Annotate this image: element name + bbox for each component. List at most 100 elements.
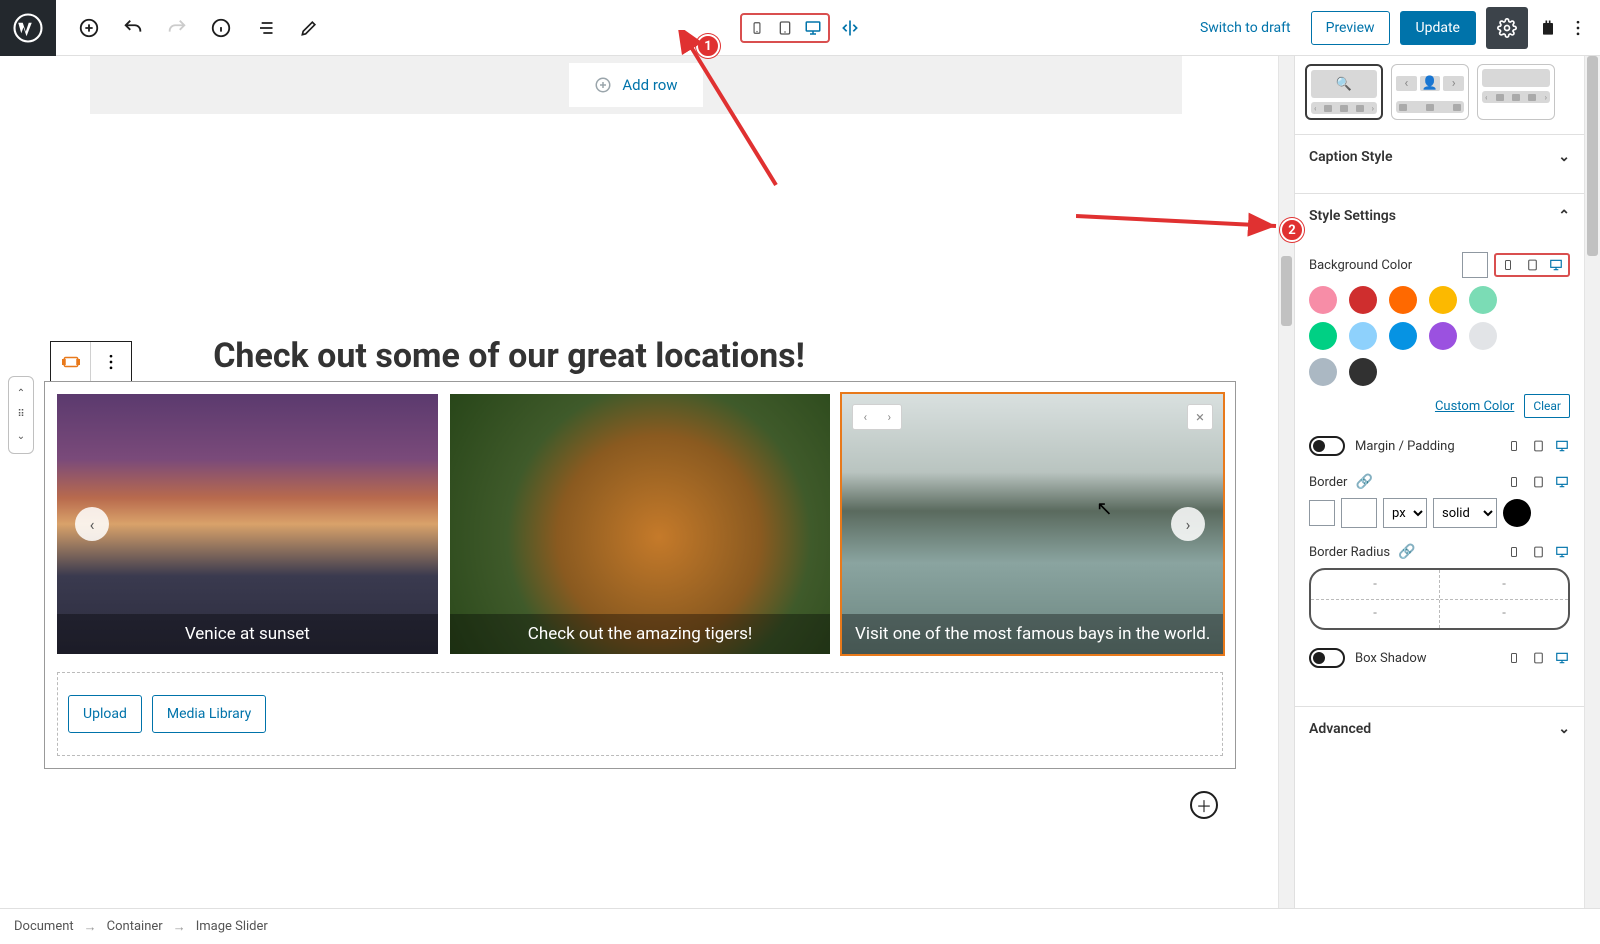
border-style-select[interactable]: solid <box>1433 498 1497 528</box>
responsive-device-toggle <box>740 13 860 43</box>
block-type-button[interactable] <box>51 342 91 382</box>
desktop-icon[interactable] <box>804 19 822 37</box>
move-down-icon[interactable]: ⌄ <box>17 431 25 442</box>
slide-item-selected[interactable]: ‹› × Visit one of the most famous bays i… <box>842 394 1223 654</box>
link-values-icon[interactable]: 🔗 <box>1355 474 1372 490</box>
add-row-container: Add row <box>90 56 1182 114</box>
desktop-icon[interactable] <box>1554 438 1570 454</box>
desktop-icon[interactable] <box>1554 474 1570 490</box>
box-shadow-toggle[interactable] <box>1309 648 1345 668</box>
radius-tl-input[interactable]: - <box>1311 570 1439 600</box>
clear-color-button[interactable]: Clear <box>1524 394 1570 418</box>
border-color-swatch[interactable] <box>1309 500 1335 526</box>
wordpress-icon <box>13 13 43 43</box>
move-up-icon[interactable]: ⌃ <box>17 388 25 399</box>
border-radius-inputs[interactable]: -- -- <box>1309 568 1570 630</box>
color-swatch[interactable] <box>1349 358 1377 386</box>
more-options-icon[interactable] <box>1568 18 1588 38</box>
breadcrumb-item[interactable]: Image Slider <box>196 919 268 934</box>
toolbar-right: Switch to draft Preview Update <box>1190 7 1600 49</box>
mobile-icon[interactable] <box>1506 650 1522 666</box>
color-swatch[interactable] <box>1389 322 1417 350</box>
slide-remove-button[interactable]: × <box>1187 404 1213 430</box>
color-swatch[interactable] <box>1349 286 1377 314</box>
border-color-circle[interactable] <box>1503 499 1531 527</box>
color-swatch[interactable] <box>1349 322 1377 350</box>
slides-container: Venice at sunset Check out the amazing t… <box>57 394 1223 654</box>
color-swatch[interactable] <box>1469 322 1497 350</box>
split-view-icon[interactable] <box>840 18 860 38</box>
tablet-icon[interactable] <box>1530 544 1546 560</box>
breadcrumb-item[interactable]: Document <box>14 919 74 934</box>
color-swatch[interactable] <box>1309 286 1337 314</box>
editor-scrollbar[interactable] <box>1278 56 1294 908</box>
color-swatch[interactable] <box>1309 322 1337 350</box>
tablet-icon[interactable] <box>776 19 794 37</box>
color-swatch[interactable] <box>1389 286 1417 314</box>
switch-to-draft-button[interactable]: Switch to draft <box>1190 14 1301 42</box>
margin-padding-toggle[interactable] <box>1309 436 1345 456</box>
upload-button[interactable]: Upload <box>68 695 142 733</box>
plugin-icon[interactable] <box>1538 18 1558 38</box>
color-swatch[interactable] <box>1429 286 1457 314</box>
custom-color-link[interactable]: Custom Color <box>1435 399 1514 414</box>
style-settings-toggle[interactable]: Style Settings ⌃ <box>1295 194 1584 238</box>
mobile-icon[interactable] <box>1500 257 1516 273</box>
radius-br-input[interactable]: - <box>1440 600 1568 629</box>
breadcrumb-item[interactable]: Container <box>107 919 163 934</box>
border-unit-select[interactable]: px <box>1383 498 1427 528</box>
layout-card-1[interactable]: 🔍 ‹› <box>1305 64 1383 120</box>
outline-icon[interactable] <box>254 17 276 39</box>
tablet-icon[interactable] <box>1530 650 1546 666</box>
link-values-icon[interactable]: 🔗 <box>1398 544 1415 560</box>
slide-item[interactable]: Venice at sunset <box>57 394 438 654</box>
undo-icon[interactable] <box>122 17 144 39</box>
layout-card-3[interactable]: ‹› <box>1477 64 1555 120</box>
mobile-icon[interactable] <box>1506 438 1522 454</box>
slider-next-button[interactable]: › <box>1171 507 1205 541</box>
radius-tr-input[interactable]: - <box>1440 570 1568 600</box>
settings-button[interactable] <box>1486 7 1528 49</box>
color-swatch[interactable] <box>1309 358 1337 386</box>
drag-handle-icon[interactable]: ⠿ <box>17 409 24 420</box>
info-icon[interactable] <box>210 17 232 39</box>
color-swatches-row <box>1309 286 1570 314</box>
color-swatch[interactable] <box>1429 322 1457 350</box>
color-preview-swatch[interactable] <box>1462 252 1488 278</box>
sidebar-scrollbar[interactable] <box>1584 56 1600 908</box>
desktop-icon[interactable] <box>1554 650 1570 666</box>
mobile-icon[interactable] <box>748 19 766 37</box>
slide-next-icon[interactable]: › <box>877 405 901 429</box>
edit-icon[interactable] <box>298 17 320 39</box>
image-slider-block[interactable]: Venice at sunset Check out the amazing t… <box>44 381 1236 769</box>
block-options-button[interactable] <box>91 342 131 382</box>
media-library-button[interactable]: Media Library <box>152 695 266 733</box>
redo-icon <box>166 17 188 39</box>
block-mover[interactable]: ⌃ ⠿ ⌄ <box>8 376 34 454</box>
border-width-input[interactable] <box>1341 498 1377 528</box>
update-button[interactable]: Update <box>1400 11 1476 45</box>
slide-reorder-controls[interactable]: ‹› <box>852 404 902 430</box>
slide-item[interactable]: Check out the amazing tigers! <box>450 394 831 654</box>
add-block-icon[interactable] <box>78 17 100 39</box>
mobile-icon[interactable] <box>1506 544 1522 560</box>
caption-style-toggle[interactable]: Caption Style ⌄ <box>1295 135 1584 179</box>
radius-bl-input[interactable]: - <box>1311 600 1439 629</box>
tablet-icon[interactable] <box>1524 257 1540 273</box>
slide-prev-icon[interactable]: ‹ <box>853 405 877 429</box>
preview-button[interactable]: Preview <box>1311 11 1390 45</box>
desktop-icon[interactable] <box>1548 257 1564 273</box>
background-color-label: Background Color <box>1309 258 1412 273</box>
desktop-icon[interactable] <box>1554 544 1570 560</box>
advanced-toggle[interactable]: Advanced ⌄ <box>1295 707 1584 751</box>
layout-card-2[interactable]: ‹👤› <box>1391 64 1469 120</box>
add-row-button[interactable]: Add row <box>569 63 702 107</box>
tablet-icon[interactable] <box>1530 438 1546 454</box>
mobile-icon[interactable] <box>1506 474 1522 490</box>
slider-prev-button[interactable]: ‹ <box>75 507 109 541</box>
panel-title: Advanced <box>1309 721 1371 737</box>
wordpress-logo[interactable] <box>0 0 56 56</box>
color-swatch[interactable] <box>1469 286 1497 314</box>
tablet-icon[interactable] <box>1530 474 1546 490</box>
add-block-below-button[interactable]: ＋ <box>1190 791 1218 819</box>
